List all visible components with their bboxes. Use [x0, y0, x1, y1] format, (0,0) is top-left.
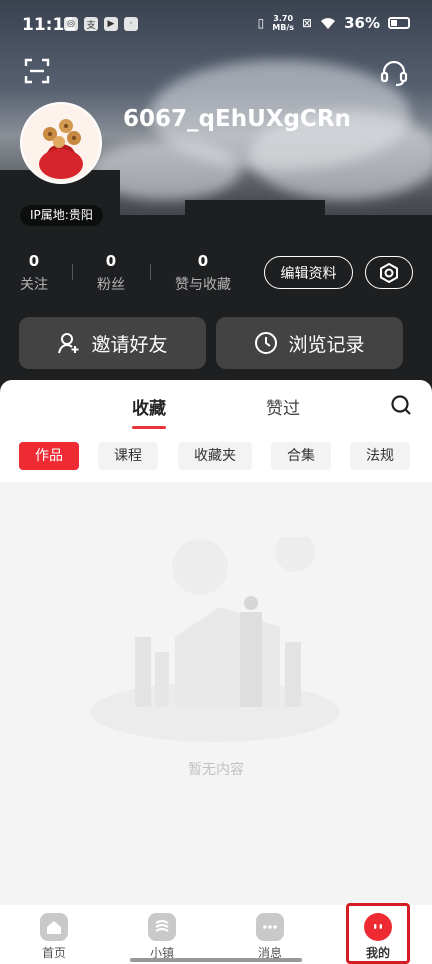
app-notification-icon: ◎ [64, 17, 78, 31]
content-tabs: 收藏 赞过 [0, 394, 432, 430]
browse-history-button[interactable]: 浏览记录 [216, 317, 403, 369]
nav-messages[interactable]: 消息 [240, 913, 300, 961]
clock-icon [255, 332, 278, 354]
more-dots-icon: · [124, 17, 138, 31]
message-icon [256, 913, 284, 941]
customer-service-icon[interactable] [380, 60, 408, 86]
battery-icon [388, 17, 410, 29]
content-sheet: 收藏 赞过 作品 课程 收藏夹 合集 法规 暂无内容 [0, 380, 432, 905]
empty-text: 暂无内容 [188, 762, 244, 778]
active-tab-indicator [132, 426, 166, 429]
divider [150, 264, 151, 280]
add-user-icon [58, 333, 79, 354]
filter-chips: 作品 课程 收藏夹 合集 法规 [0, 442, 432, 472]
alipay-icon: 支 [84, 17, 98, 31]
filter-collections[interactable]: 合集 [271, 442, 331, 470]
filter-regulations[interactable]: 法规 [350, 442, 410, 470]
nav-town[interactable]: 小镇 [132, 913, 192, 961]
scan-icon[interactable] [24, 58, 50, 84]
stat-label: 赞与收藏 [175, 277, 231, 293]
filter-courses[interactable]: 课程 [98, 442, 158, 470]
stat-following[interactable]: 0 关注 [20, 252, 48, 294]
stat-label: 关注 [20, 277, 48, 293]
ip-location-badge: IP属地:贵阳 [20, 205, 103, 226]
stat-value: 0 [105, 252, 117, 270]
filter-works[interactable]: 作品 [19, 442, 79, 470]
filter-folders[interactable]: 收藏夹 [178, 442, 252, 470]
invite-friends-label: 邀请好友 [91, 333, 168, 356]
stat-followers[interactable]: 0 粉丝 [96, 252, 126, 294]
vibrate-icon: ▯ [257, 16, 265, 30]
battery-percentage: 36% [344, 14, 380, 32]
edit-profile-button[interactable]: 编辑资料 [264, 256, 353, 289]
invite-friends-button[interactable]: 邀请好友 [19, 317, 206, 369]
empty-illustration [90, 537, 340, 742]
building-silhouette [320, 215, 432, 400]
tab-favorites[interactable]: 收藏 [132, 394, 166, 419]
username: 6067_qEhUXgCRn [123, 106, 351, 132]
highlight-box [346, 903, 410, 964]
settings-button[interactable] [365, 256, 413, 289]
network-speed: 3.70 MB/s [272, 14, 295, 32]
home-indicator[interactable] [130, 958, 302, 962]
nav-home[interactable]: 首页 [24, 913, 84, 961]
money-bag-avatar-image [22, 104, 100, 182]
home-icon [40, 913, 68, 941]
stat-value: 0 [28, 252, 40, 270]
video-app-icon: ▶ [104, 17, 118, 31]
signal-off-icon: ⊠ [302, 16, 313, 30]
building-silhouette [185, 200, 325, 400]
tab-liked[interactable]: 赞过 [266, 394, 300, 419]
status-right: ▯ 3.70 MB/s ⊠ 36% [258, 14, 410, 32]
search-icon[interactable] [388, 392, 416, 420]
gear-icon [380, 262, 398, 283]
nav-home-label: 首页 [41, 946, 66, 960]
wifi-icon [321, 17, 336, 29]
stat-label: 粉丝 [97, 277, 125, 293]
stat-likes-favorites[interactable]: 0 赞与收藏 [174, 252, 232, 294]
notification-icons: ◎ 支 ▶ · [64, 17, 138, 31]
browse-history-label: 浏览记录 [288, 333, 365, 356]
avatar[interactable] [20, 102, 102, 184]
empty-state: 暂无内容 [0, 482, 432, 905]
town-icon [148, 913, 176, 941]
status-bar: 11:11 ◎ 支 ▶ · ▯ 3.70 MB/s ⊠ 36% [0, 0, 432, 52]
building-silhouette [110, 215, 190, 400]
stat-value: 0 [197, 252, 209, 270]
divider [72, 264, 73, 280]
